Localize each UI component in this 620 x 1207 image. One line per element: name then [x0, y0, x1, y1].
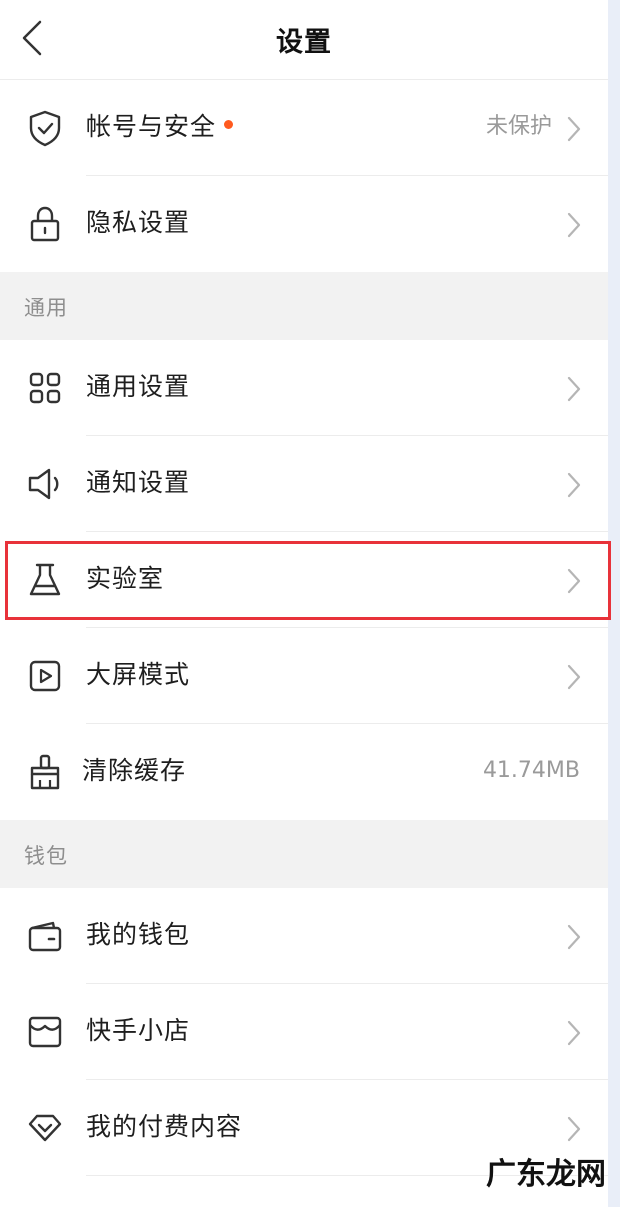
flask-icon — [26, 561, 64, 599]
shield-check-icon — [26, 109, 64, 147]
chevron-right-icon — [567, 664, 581, 690]
row-label: 隐私设置 — [86, 208, 191, 237]
clear-cache-row[interactable]: 清除缓存 41.74MB — [0, 724, 608, 820]
row-label: 帐号与安全 — [86, 110, 234, 144]
right-edge-strip — [608, 0, 620, 1207]
wallet-icon — [26, 917, 64, 955]
store-icon — [26, 1013, 64, 1051]
cache-size-value: 41.74MB — [482, 758, 580, 783]
privacy-settings-row[interactable]: 隐私设置 — [0, 176, 608, 272]
top-bar: 设置 — [0, 0, 608, 80]
row-label: 清除缓存 — [82, 756, 187, 785]
general-settings-row[interactable]: 通用设置 — [0, 340, 608, 436]
section-title: 通用 — [24, 296, 68, 320]
chevron-right-icon — [567, 1020, 581, 1046]
row-label: 快手小店 — [86, 1016, 191, 1045]
chevron-right-icon — [567, 472, 581, 498]
row-label: 大屏模式 — [86, 660, 191, 689]
my-wallet-row[interactable]: 我的钱包 — [0, 888, 608, 984]
unprotected-dot — [224, 119, 234, 129]
page-title: 设置 — [276, 27, 332, 58]
lock-icon — [26, 205, 64, 243]
row-label: 实验室 — [86, 564, 165, 593]
row-label: 通用设置 — [86, 372, 191, 401]
watermark: 广东龙网 — [486, 1157, 606, 1192]
row-label: 我的钱包 — [86, 920, 191, 949]
security-status-value: 未保护 — [485, 114, 552, 139]
kuaishou-store-row[interactable]: 快手小店 — [0, 984, 608, 1080]
play-screen-icon — [26, 657, 64, 695]
chevron-right-icon — [567, 376, 581, 402]
chevron-right-icon — [567, 924, 581, 950]
grid-icon — [26, 369, 64, 407]
section-header-wallet: 钱包 — [0, 820, 608, 888]
chevron-right-icon — [567, 212, 581, 238]
section-header-general: 通用 — [0, 272, 608, 340]
speaker-icon — [26, 465, 64, 503]
broom-icon — [26, 753, 64, 791]
row-label: 我的付费内容 — [86, 1112, 243, 1141]
chevron-right-icon — [567, 116, 581, 142]
notification-settings-row[interactable]: 通知设置 — [0, 436, 608, 532]
chevron-right-icon — [567, 1116, 581, 1142]
settings-screen: 设置 帐号与安全 未保护 隐私设置 通用 通用设置 通知设置 实验室 大屏模式 … — [0, 0, 608, 1207]
row-label: 通知设置 — [86, 468, 191, 497]
diamond-icon — [26, 1109, 64, 1147]
section-title: 钱包 — [24, 844, 68, 868]
large-screen-mode-row[interactable]: 大屏模式 — [0, 628, 608, 724]
account-security-row[interactable]: 帐号与安全 未保护 — [0, 80, 608, 176]
chevron-right-icon — [567, 568, 581, 594]
lab-row[interactable]: 实验室 — [0, 532, 608, 628]
